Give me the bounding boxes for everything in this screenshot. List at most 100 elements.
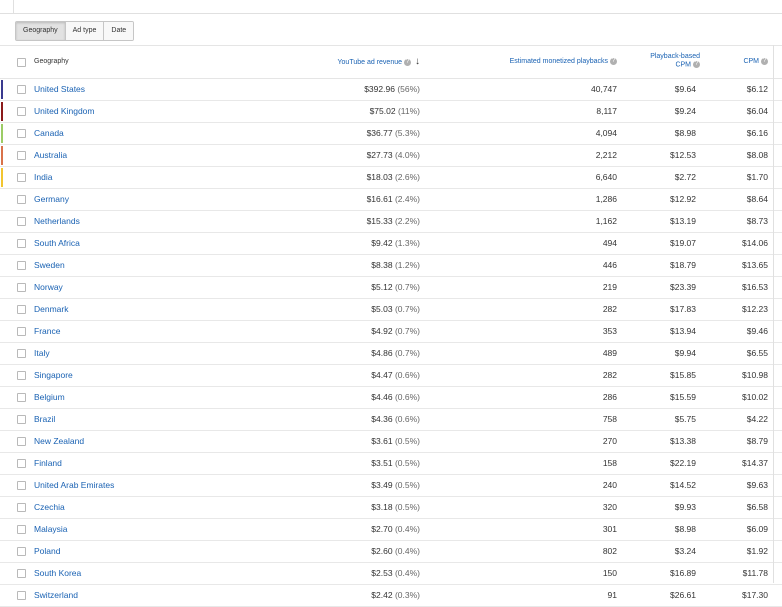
playbacks-cell: 489 [602, 348, 617, 358]
geography-link[interactable]: Singapore [34, 365, 73, 386]
select-all-checkbox[interactable] [17, 58, 26, 67]
row-checkbox[interactable] [17, 239, 26, 248]
row-checkbox[interactable] [17, 437, 26, 446]
cpm-cell: $13.65 [742, 260, 768, 270]
row-checkbox[interactable] [17, 327, 26, 336]
revenue-value: $4.46 [371, 392, 393, 402]
revenue-cell: $3.18 (0.5%) [371, 497, 420, 518]
revenue-value: $75.02 [369, 106, 396, 116]
row-checkbox[interactable] [17, 591, 26, 600]
row-checkbox[interactable] [17, 195, 26, 204]
revenue-cell: $5.03 (0.7%) [371, 299, 420, 320]
column-header-playbacks[interactable]: Estimated monetized playbacks? [510, 46, 617, 78]
playback-cpm-cell: $17.83 [670, 304, 696, 314]
revenue-share: (0.7%) [394, 282, 420, 292]
row-checkbox[interactable] [17, 415, 26, 424]
table-row: Norway $5.12 (0.7%) 219 $23.39 $16.53 [0, 277, 782, 299]
row-checkbox[interactable] [17, 261, 26, 270]
help-circle-icon[interactable]: ? [761, 57, 768, 65]
row-checkbox[interactable] [17, 349, 26, 358]
row-checkbox[interactable] [17, 459, 26, 468]
geography-link[interactable]: Finland [34, 453, 62, 474]
row-checkbox[interactable] [17, 305, 26, 314]
playbacks-cell: 758 [602, 414, 617, 424]
cpm-cell: $9.46 [746, 326, 768, 336]
row-checkbox[interactable] [17, 151, 26, 160]
geography-link[interactable]: Germany [34, 189, 69, 210]
geography-link[interactable]: Norway [34, 277, 63, 298]
playbacks-cell: 1,162 [595, 216, 617, 226]
revenue-share: (0.5%) [394, 502, 420, 512]
row-checkbox[interactable] [17, 217, 26, 226]
geography-link[interactable]: Netherlands [34, 211, 80, 232]
geography-link[interactable]: India [34, 167, 52, 188]
geography-link[interactable]: Poland [34, 541, 60, 562]
revenue-value: $27.73 [366, 150, 393, 160]
row-checkbox[interactable] [17, 173, 26, 182]
revenue-value: $2.70 [371, 524, 393, 534]
revenue-value: $2.42 [371, 590, 393, 600]
row-checkbox[interactable] [17, 547, 26, 556]
tab-date[interactable]: Date [104, 22, 134, 40]
row-checkbox[interactable] [17, 107, 26, 116]
column-header-revenue[interactable]: YouTube ad revenue? ↓ [338, 46, 420, 78]
revenue-value: $5.03 [371, 304, 393, 314]
revenue-share: (0.7%) [394, 348, 420, 358]
cpm-cell: $8.64 [746, 194, 768, 204]
row-checkbox[interactable] [17, 525, 26, 534]
row-checkbox[interactable] [17, 569, 26, 578]
cpm-cell: $9.63 [746, 480, 768, 490]
row-checkbox[interactable] [17, 481, 26, 490]
row-checkbox[interactable] [17, 85, 26, 94]
geography-link[interactable]: United States [34, 79, 85, 100]
geography-link[interactable]: Denmark [34, 299, 68, 320]
geography-link[interactable]: Australia [34, 145, 67, 166]
geography-link[interactable]: Malaysia [34, 519, 68, 540]
column-header-playback-cpm[interactable]: Playback-based CPM? [650, 53, 700, 69]
revenue-cell: $8.38 (1.2%) [371, 255, 420, 276]
geography-link[interactable]: South Korea [34, 563, 81, 584]
help-circle-icon[interactable]: ? [610, 57, 617, 65]
playbacks-cell: 158 [602, 458, 617, 468]
playback-cpm-cell: $13.38 [670, 436, 696, 446]
revenue-cell: $4.46 (0.6%) [371, 387, 420, 408]
geography-link[interactable]: Brazil [34, 409, 55, 430]
revenue-value: $18.03 [366, 172, 393, 182]
column-header-cpm[interactable]: CPM? [743, 46, 768, 78]
geography-link[interactable]: Canada [34, 123, 64, 144]
revenue-share: (0.4%) [394, 568, 420, 578]
series-color-swatch [1, 80, 3, 99]
row-checkbox[interactable] [17, 283, 26, 292]
row-checkbox[interactable] [17, 129, 26, 138]
geography-link[interactable]: Czechia [34, 497, 65, 518]
playbacks-cell: 240 [602, 480, 617, 490]
row-checkbox[interactable] [17, 503, 26, 512]
table-row: Italy $4.86 (0.7%) 489 $9.94 $6.55 [0, 343, 782, 365]
geography-link[interactable]: Switzerland [34, 585, 78, 606]
geography-link[interactable]: South Africa [34, 233, 80, 254]
help-circle-icon[interactable]: ? [404, 58, 411, 66]
geography-link[interactable]: United Arab Emirates [34, 475, 114, 496]
playback-cpm-cell: $5.75 [674, 414, 696, 424]
geography-link[interactable]: Belgium [34, 387, 65, 408]
row-checkbox[interactable] [17, 393, 26, 402]
revenue-cell: $18.03 (2.6%) [367, 167, 420, 188]
geography-link[interactable]: Italy [34, 343, 50, 364]
geography-link[interactable]: New Zealand [34, 431, 84, 452]
table-row: Finland $3.51 (0.5%) 158 $22.19 $14.37 [0, 453, 782, 475]
cpm-cell: $6.12 [746, 84, 768, 94]
tab-ad-type[interactable]: Ad type [65, 22, 105, 40]
playbacks-cell: 40,747 [591, 84, 617, 94]
cpm-cell: $6.58 [746, 502, 768, 512]
playbacks-cell: 2,212 [595, 150, 617, 160]
geography-link[interactable]: France [34, 321, 60, 342]
playbacks-cell: 1,286 [595, 194, 617, 204]
tab-geography[interactable]: Geography [16, 22, 66, 40]
revenue-cell: $2.53 (0.4%) [371, 563, 420, 584]
geography-link[interactable]: United Kingdom [34, 101, 94, 122]
row-checkbox[interactable] [17, 371, 26, 380]
help-circle-icon[interactable]: ? [693, 61, 700, 68]
geography-link[interactable]: Sweden [34, 255, 65, 276]
table-body: United States $392.96 (56%) 40,747 $9.64 $6.… [0, 79, 782, 607]
table-row: South Africa $9.42 (1.3%) 494 $19.07 $14.06 [0, 233, 782, 255]
